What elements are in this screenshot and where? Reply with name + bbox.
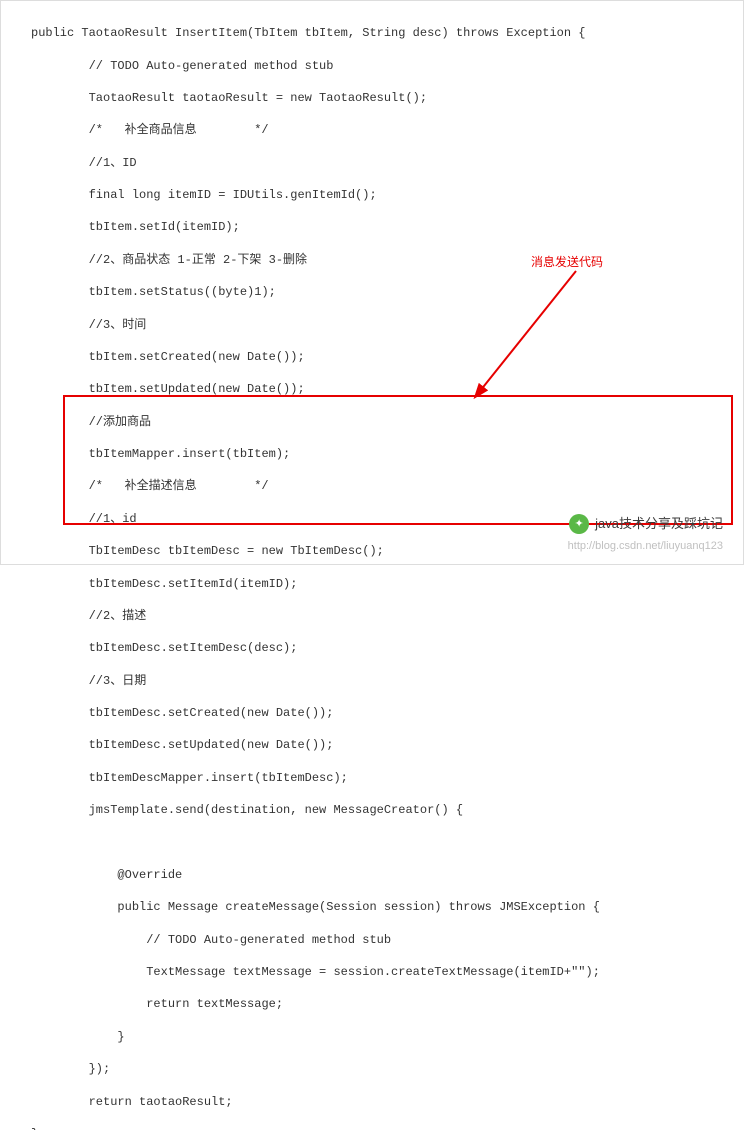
code-line: //3、时间 xyxy=(31,317,733,333)
code-line: public TaotaoResult InsertItem(TbItem tb… xyxy=(31,25,733,41)
watermark-logo: ✦ java技术分享及踩坑记 xyxy=(569,514,723,534)
code-line: public Message createMessage(Session ses… xyxy=(31,899,733,915)
code-line: } xyxy=(31,1029,733,1045)
code-line: return textMessage; xyxy=(31,996,733,1012)
code-line xyxy=(31,835,733,851)
code-line: //3、日期 xyxy=(31,673,733,689)
code-line: tbItem.setId(itemID); xyxy=(31,219,733,235)
code-line: tbItem.setUpdated(new Date()); xyxy=(31,381,733,397)
code-line: //1、ID xyxy=(31,155,733,171)
code-line: tbItemDesc.setCreated(new Date()); xyxy=(31,705,733,721)
code-line: tbItem.setStatus((byte)1); xyxy=(31,284,733,300)
code-line: // TODO Auto-generated method stub xyxy=(31,932,733,948)
code-line: /* 补全描述信息 */ xyxy=(31,478,733,494)
code-line: jmsTemplate.send(destination, new Messag… xyxy=(31,802,733,818)
watermark-text: java技术分享及踩坑记 xyxy=(595,515,723,533)
annotation-label: 消息发送代码 xyxy=(531,254,603,270)
code-line: final long itemID = IDUtils.genItemId(); xyxy=(31,187,733,203)
code-block: public TaotaoResult InsertItem(TbItem tb… xyxy=(1,1,743,1130)
code-line: /* 补全商品信息 */ xyxy=(31,122,733,138)
wechat-icon: ✦ xyxy=(569,514,589,534)
code-line: return taotaoResult; xyxy=(31,1094,733,1110)
code-line: tbItemMapper.insert(tbItem); xyxy=(31,446,733,462)
watermark-url: http://blog.csdn.net/liuyuanq123 xyxy=(568,539,723,554)
code-line: @Override xyxy=(31,867,733,883)
code-line: TaotaoResult taotaoResult = new TaotaoRe… xyxy=(31,90,733,106)
code-line: tbItem.setCreated(new Date()); xyxy=(31,349,733,365)
code-line: //2、描述 xyxy=(31,608,733,624)
code-line: // TODO Auto-generated method stub xyxy=(31,58,733,74)
code-line: tbItemDesc.setItemDesc(desc); xyxy=(31,640,733,656)
code-line: //添加商品 xyxy=(31,414,733,430)
code-line: //2、商品状态 1-正常 2-下架 3-删除 xyxy=(31,252,733,268)
code-line: } xyxy=(31,1126,733,1130)
code-line: }); xyxy=(31,1061,733,1077)
code-line: tbItemDescMapper.insert(tbItemDesc); xyxy=(31,770,733,786)
code-line: tbItemDesc.setUpdated(new Date()); xyxy=(31,737,733,753)
code-line: tbItemDesc.setItemId(itemID); xyxy=(31,576,733,592)
code-line: TextMessage textMessage = session.create… xyxy=(31,964,733,980)
